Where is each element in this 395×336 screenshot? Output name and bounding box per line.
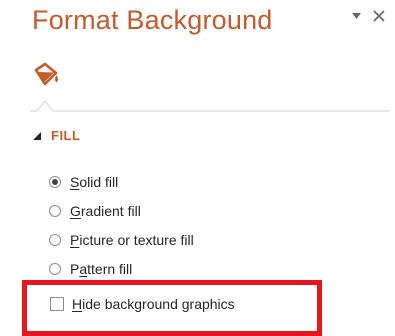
paint-bucket-icon bbox=[34, 62, 58, 86]
fill-section-toggle[interactable]: FILL bbox=[33, 128, 80, 143]
fill-options-group: Solid fill Gradient fill Picture or text… bbox=[49, 170, 194, 286]
solid-fill-option[interactable]: Solid fill bbox=[49, 170, 194, 193]
section-label: FILL bbox=[51, 128, 81, 143]
picture-texture-fill-option[interactable]: Picture or texture fill bbox=[49, 228, 194, 251]
gradient-fill-option[interactable]: Gradient fill bbox=[49, 199, 194, 222]
annotation-highlight-box bbox=[22, 280, 322, 336]
picture-texture-fill-label: Picture or texture fill bbox=[70, 231, 194, 248]
expanded-triangle-icon bbox=[33, 131, 41, 140]
pane-controls bbox=[349, 8, 387, 24]
pattern-fill-radio[interactable] bbox=[49, 262, 61, 275]
fill-tab[interactable] bbox=[32, 60, 62, 90]
pane-title: Format Background bbox=[32, 5, 273, 35]
solid-fill-radio[interactable] bbox=[49, 175, 61, 188]
gradient-fill-label: Gradient fill bbox=[70, 202, 141, 219]
close-icon bbox=[373, 10, 385, 22]
pane-options-button[interactable] bbox=[349, 9, 363, 23]
chevron-down-icon bbox=[351, 13, 361, 19]
solid-fill-label: Solid fill bbox=[70, 173, 119, 190]
pattern-fill-label: Pattern fill bbox=[70, 260, 133, 277]
picture-texture-fill-radio[interactable] bbox=[49, 233, 61, 246]
gradient-fill-radio[interactable] bbox=[49, 204, 61, 217]
tab-indicator bbox=[30, 100, 390, 112]
pattern-fill-option[interactable]: Pattern fill bbox=[49, 257, 194, 280]
close-button[interactable] bbox=[371, 8, 387, 24]
